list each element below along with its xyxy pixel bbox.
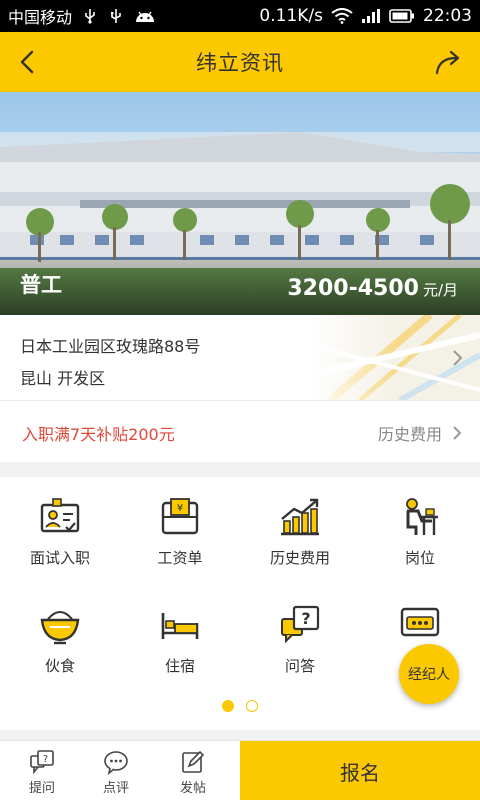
grid-item-qa[interactable]: ? 问答 [240, 585, 360, 685]
food-bowl-icon [40, 611, 80, 645]
usb-icon [85, 9, 95, 24]
grid-item-label: 问答 [284, 657, 315, 675]
grid-item-history-fees[interactable]: 历史费用 [240, 477, 360, 577]
svg-text:¥: ¥ [177, 503, 183, 514]
carrier-label: 中国移动 [8, 8, 73, 27]
grid-item-food[interactable]: 伙食 [0, 585, 120, 685]
subsidy-row: 入职满7天补贴200元 历史费用 [0, 400, 480, 462]
salary: 3200-4500 元/月 [287, 276, 458, 301]
ask-icon: ? [30, 750, 54, 775]
tab-post[interactable]: 发帖 [155, 741, 231, 800]
grid-item-position[interactable]: 岗位 [360, 477, 480, 577]
grid-item-label: 工资单 [157, 549, 203, 567]
signup-label: 报名 [340, 760, 380, 785]
post-icon [182, 750, 205, 773]
network-speed: 0.11K/s [259, 6, 323, 26]
grid-item-label: 历史费用 [269, 549, 330, 567]
tab-comment[interactable]: 点评 [78, 741, 154, 800]
qa-icon: ? [281, 605, 320, 644]
job-title: 普工 [20, 273, 62, 297]
salary-amount: 3200-4500 [287, 276, 419, 301]
usb-debug-icon [111, 9, 121, 23]
factory-banner: 普工 3200-4500 元/月 [0, 92, 480, 315]
address-row[interactable]: 日本工业园区玫瑰路88号 昆山 开发区 [0, 315, 480, 400]
svg-text:?: ? [301, 609, 310, 628]
page-title: 纬立资讯 [196, 51, 284, 75]
wifi-icon [331, 8, 353, 24]
interview-icon [40, 498, 80, 533]
grid-item-interview[interactable]: 面试入职 [0, 477, 120, 577]
chevron-right-icon [453, 426, 462, 440]
tab-label: 发帖 [179, 781, 206, 796]
chevron-right-icon [453, 350, 463, 366]
back-arrow-icon[interactable] [14, 48, 42, 76]
share-icon[interactable] [434, 48, 464, 76]
svg-text:?: ? [43, 754, 48, 765]
signal-icon [362, 9, 380, 23]
signup-button[interactable]: 报名 [240, 741, 480, 800]
grid-item-label: 住宿 [164, 657, 195, 675]
history-fees-label: 历史费用 [377, 425, 442, 444]
address-street: 日本工业园区玫瑰路88号 [20, 337, 201, 356]
clock: 22:03 [423, 6, 472, 26]
agent-button[interactable]: 经纪人 [399, 644, 459, 704]
salary-unit: 元/月 [422, 281, 458, 299]
grid-item-lodging[interactable]: 住宿 [120, 585, 240, 685]
android-icon [136, 11, 155, 22]
tab-label: 提问 [28, 781, 55, 796]
pager-dot[interactable] [246, 700, 258, 712]
history-chart-icon [281, 498, 319, 536]
position-icon [406, 498, 438, 535]
bed-icon [161, 613, 199, 639]
grid-item-label: 伙食 [44, 657, 75, 675]
bottom-bar: ? 提问 点评 发帖 报名 [0, 740, 480, 800]
tab-ask[interactable]: ? 提问 [4, 741, 80, 800]
grid-item-label: 岗位 [404, 549, 435, 567]
pager-dot-active[interactable] [222, 700, 234, 712]
address-district: 昆山 开发区 [20, 369, 106, 388]
status-bar: 中国移动 0.11K/s 22:03 [0, 0, 480, 32]
history-fees-link[interactable]: 历史费用 [378, 421, 462, 445]
tab-label: 点评 [102, 781, 129, 796]
grid-item-label: 面试入职 [29, 549, 90, 567]
chat-icon [400, 607, 440, 637]
pager-dots [0, 700, 480, 712]
subsidy-text: 入职满7天补贴200元 [22, 425, 175, 444]
agent-button-label: 经纪人 [408, 667, 450, 683]
battery-icon [389, 9, 414, 23]
payslip-icon: ¥ [161, 498, 199, 535]
grid-item-payslip[interactable]: ¥ 工资单 [120, 477, 240, 577]
comment-icon [104, 751, 128, 775]
title-bar: 纬立资讯 [0, 32, 480, 92]
